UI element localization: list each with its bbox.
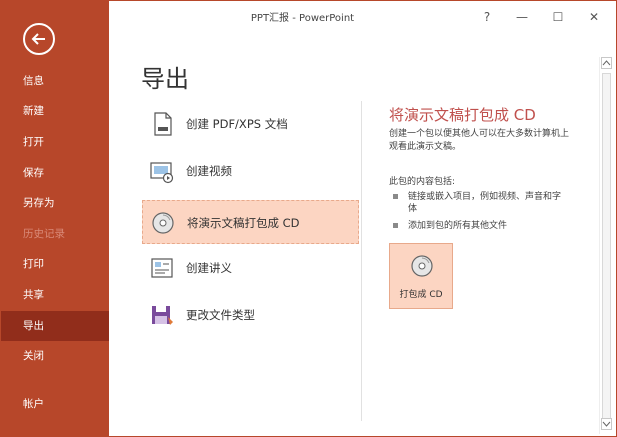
export-option-label: 创建讲义 — [186, 261, 232, 275]
sidebar-item-open[interactable]: 打开 — [1, 127, 109, 157]
chevron-up-icon — [602, 60, 611, 66]
sidebar-item-print[interactable]: 打印 — [1, 249, 109, 279]
file-type-icon — [148, 301, 176, 329]
close-button[interactable]: ✕ — [582, 7, 606, 27]
title-bar: PPT汇报 - PowerPoint ? — ☐ ✕ — [109, 1, 616, 35]
export-option-label: 更改文件类型 — [186, 308, 255, 322]
powerpoint-backstage-window: 信息 新建 打开 保存 另存为 历史记录 打印 共享 导出 关闭 帐户 PPT汇… — [0, 0, 617, 437]
bullet-text: 链接或嵌入项目，例如视频、声音和字体 — [408, 192, 562, 214]
sidebar-item-export[interactable]: 导出 — [1, 311, 109, 341]
sidebar-item-close[interactable]: 关闭 — [1, 341, 109, 371]
sidebar-item-save[interactable]: 保存 — [1, 158, 109, 188]
vertical-scrollbar[interactable] — [599, 57, 612, 434]
sidebar-item-history: 历史记录 — [23, 228, 65, 240]
minimize-button[interactable]: — — [510, 7, 534, 27]
sidebar-item-new[interactable]: 新建 — [1, 96, 109, 126]
detail-title: 将演示文稿打包成 CD — [389, 106, 536, 124]
handout-icon — [148, 254, 176, 282]
window-title: PPT汇报 - PowerPoint — [250, 13, 355, 24]
back-arrow-icon — [31, 33, 45, 45]
cd-icon — [410, 254, 434, 281]
backstage-sidebar: 信息 新建 打开 保存 另存为 历史记录 打印 共享 导出 关闭 帐户 — [1, 1, 109, 436]
export-option-change-file-type[interactable]: 更改文件类型 — [142, 293, 359, 337]
bullet-square-icon — [393, 223, 398, 228]
export-option-label: 创建视频 — [186, 164, 232, 178]
detail-description: 创建一个包以便其他人可以在大多数计算机上观看此演示文稿。 — [389, 129, 570, 152]
export-option-label: 创建 PDF/XPS 文档 — [186, 117, 288, 131]
video-icon — [148, 157, 176, 185]
export-option-label: 将演示文稿打包成 CD — [187, 216, 300, 230]
package-contents-label: 此包的内容包括: — [389, 177, 456, 187]
export-option-package-cd[interactable]: 将演示文稿打包成 CD — [142, 200, 359, 244]
export-option-video[interactable]: 创建视频 — [142, 149, 359, 193]
bullet-square-icon — [393, 194, 398, 199]
cd-icon — [149, 209, 177, 237]
scroll-thumb[interactable] — [602, 73, 611, 423]
sidebar-item-info[interactable]: 信息 — [1, 66, 109, 96]
sidebar-item-account[interactable]: 帐户 — [1, 389, 109, 419]
page-title: 导出 — [141, 65, 189, 93]
back-button[interactable] — [23, 23, 55, 55]
scroll-down-button[interactable] — [601, 418, 612, 430]
export-option-pdf[interactable]: 创建 PDF/XPS 文档 — [142, 102, 359, 146]
package-for-cd-label: 打包成 CD — [399, 290, 443, 300]
pdf-document-icon — [148, 110, 176, 138]
package-for-cd-button[interactable]: 打包成 CD — [389, 243, 453, 309]
help-button[interactable]: ? — [475, 7, 499, 27]
bullet-text: 添加到包的所有其他文件 — [408, 221, 508, 231]
export-option-handouts[interactable]: 创建讲义 — [142, 246, 359, 290]
scroll-up-button[interactable] — [601, 57, 612, 69]
chevron-down-icon — [602, 421, 611, 427]
panel-divider — [361, 101, 362, 421]
maximize-button[interactable]: ☐ — [546, 7, 570, 27]
sidebar-item-save-as[interactable]: 另存为 — [1, 188, 109, 218]
sidebar-item-share[interactable]: 共享 — [1, 280, 109, 310]
